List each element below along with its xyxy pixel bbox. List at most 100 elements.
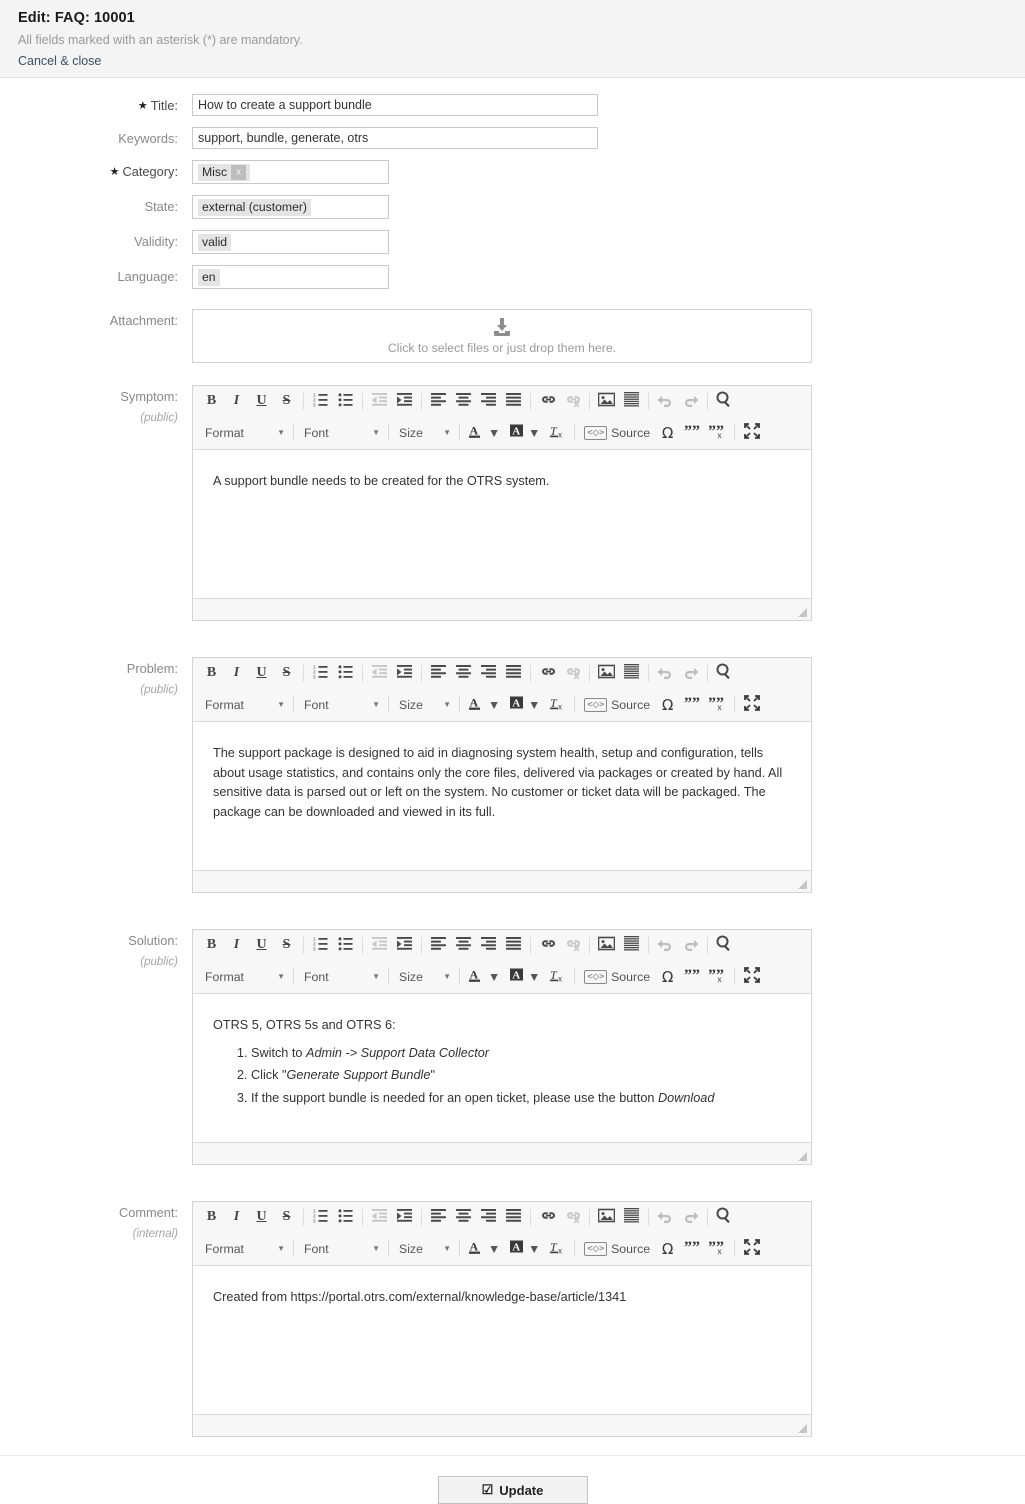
- italic-button[interactable]: I: [224, 390, 249, 413]
- category-select[interactable]: Misc x: [192, 160, 389, 184]
- symptom-editor-body[interactable]: A support bundle needs to be created for…: [193, 450, 811, 598]
- language-select[interactable]: en: [192, 265, 389, 289]
- italic-button[interactable]: I: [224, 1206, 249, 1229]
- image-button[interactable]: [594, 390, 619, 413]
- align-left-button[interactable]: [426, 1206, 451, 1229]
- numbered-list-button[interactable]: 123: [308, 662, 333, 685]
- align-left-button[interactable]: [426, 390, 451, 413]
- bulleted-list-button[interactable]: [333, 662, 358, 685]
- align-left-button[interactable]: [426, 662, 451, 685]
- text-color-button[interactable]: A ▼: [464, 421, 505, 444]
- special-character-button[interactable]: Ω: [655, 421, 680, 444]
- source-button[interactable]: <◇> Source: [579, 1237, 655, 1260]
- strikethrough-button[interactable]: S: [274, 934, 299, 957]
- size-dropdown[interactable]: Size ▼: [393, 421, 455, 444]
- font-dropdown[interactable]: Font ▼: [298, 421, 384, 444]
- find-button[interactable]: [712, 662, 737, 685]
- strikethrough-button[interactable]: S: [274, 1206, 299, 1229]
- link-button[interactable]: [535, 662, 560, 685]
- align-left-button[interactable]: [426, 934, 451, 957]
- remove-format-button[interactable]: Tx: [545, 1237, 570, 1260]
- text-color-button[interactable]: A ▼: [464, 1237, 505, 1260]
- redo-button[interactable]: [678, 662, 703, 685]
- format-dropdown[interactable]: Format ▼: [199, 965, 289, 988]
- remove-quote-button[interactable]: ”” x: [705, 1237, 730, 1260]
- find-button[interactable]: [712, 934, 737, 957]
- insert-quote-button[interactable]: ””: [680, 693, 705, 716]
- background-color-button[interactable]: A ▼: [505, 693, 545, 716]
- image-button[interactable]: [594, 934, 619, 957]
- text-color-button[interactable]: A ▼: [464, 965, 505, 988]
- attachment-dropzone[interactable]: Click to select files or just drop them …: [192, 309, 812, 363]
- image-button[interactable]: [594, 1206, 619, 1229]
- remove-format-button[interactable]: Tx: [545, 693, 570, 716]
- format-dropdown[interactable]: Format ▼: [199, 421, 289, 444]
- insert-quote-button[interactable]: ””: [680, 965, 705, 988]
- background-color-button[interactable]: A ▼: [505, 1237, 545, 1260]
- align-center-button[interactable]: [451, 390, 476, 413]
- link-button[interactable]: [535, 390, 560, 413]
- align-center-button[interactable]: [451, 1206, 476, 1229]
- image-button[interactable]: [594, 662, 619, 685]
- solution-editor[interactable]: BIUS123 Format ▼ Font ▼ Size ▼ A ▼ A ▼ Tx <◇> Source…: [192, 929, 812, 1165]
- strikethrough-button[interactable]: S: [274, 662, 299, 685]
- update-button[interactable]: ☑ Update: [437, 1476, 588, 1504]
- horizontal-rule-button[interactable]: [619, 934, 644, 957]
- bold-button[interactable]: B: [199, 390, 224, 413]
- underline-button[interactable]: U: [249, 390, 274, 413]
- font-dropdown[interactable]: Font ▼: [298, 965, 384, 988]
- underline-button[interactable]: U: [249, 662, 274, 685]
- indent-button[interactable]: [392, 934, 417, 957]
- keywords-input[interactable]: [192, 127, 598, 149]
- redo-button[interactable]: [678, 934, 703, 957]
- align-center-button[interactable]: [451, 662, 476, 685]
- format-dropdown[interactable]: Format ▼: [199, 1237, 289, 1260]
- horizontal-rule-button[interactable]: [619, 1206, 644, 1229]
- outdent-button[interactable]: [367, 390, 392, 413]
- solution-editor-body[interactable]: OTRS 5, OTRS 5s and OTRS 6: Switch to Ad…: [193, 994, 811, 1142]
- comment-editor[interactable]: BIUS123 Format ▼ Font ▼ Size ▼ A ▼ A ▼ Tx <◇> Source…: [192, 1201, 812, 1437]
- horizontal-rule-button[interactable]: [619, 390, 644, 413]
- resize-handle-icon[interactable]: [798, 880, 807, 889]
- resize-handle-icon[interactable]: [798, 1424, 807, 1433]
- align-right-button[interactable]: [476, 662, 501, 685]
- bulleted-list-button[interactable]: [333, 390, 358, 413]
- special-character-button[interactable]: Ω: [655, 1237, 680, 1260]
- insert-quote-button[interactable]: ””: [680, 421, 705, 444]
- font-dropdown[interactable]: Font ▼: [298, 1237, 384, 1260]
- horizontal-rule-button[interactable]: [619, 662, 644, 685]
- state-select[interactable]: external (customer): [192, 195, 389, 219]
- background-color-button[interactable]: A ▼: [505, 421, 545, 444]
- undo-button[interactable]: [653, 390, 678, 413]
- validity-select[interactable]: valid: [192, 230, 389, 254]
- align-justify-button[interactable]: [501, 662, 526, 685]
- numbered-list-button[interactable]: 123: [308, 934, 333, 957]
- indent-button[interactable]: [392, 390, 417, 413]
- font-dropdown[interactable]: Font ▼: [298, 693, 384, 716]
- bold-button[interactable]: B: [199, 1206, 224, 1229]
- strikethrough-button[interactable]: S: [274, 390, 299, 413]
- special-character-button[interactable]: Ω: [655, 965, 680, 988]
- remove-format-button[interactable]: Tx: [545, 965, 570, 988]
- find-button[interactable]: [712, 1206, 737, 1229]
- outdent-button[interactable]: [367, 934, 392, 957]
- bold-button[interactable]: B: [199, 662, 224, 685]
- maximize-button[interactable]: [739, 965, 764, 988]
- title-input[interactable]: [192, 94, 598, 116]
- italic-button[interactable]: I: [224, 934, 249, 957]
- underline-button[interactable]: U: [249, 1206, 274, 1229]
- problem-editor[interactable]: BIUS123 Format ▼ Font ▼ Size ▼ A ▼ A ▼ Tx <◇> Source…: [192, 657, 812, 893]
- undo-button[interactable]: [653, 1206, 678, 1229]
- link-button[interactable]: [535, 934, 560, 957]
- special-character-button[interactable]: Ω: [655, 693, 680, 716]
- remove-quote-button[interactable]: ”” x: [705, 693, 730, 716]
- source-button[interactable]: <◇> Source: [579, 693, 655, 716]
- source-button[interactable]: <◇> Source: [579, 965, 655, 988]
- align-center-button[interactable]: [451, 934, 476, 957]
- format-dropdown[interactable]: Format ▼: [199, 693, 289, 716]
- maximize-button[interactable]: [739, 421, 764, 444]
- problem-editor-body[interactable]: The support package is designed to aid i…: [193, 722, 811, 870]
- align-right-button[interactable]: [476, 1206, 501, 1229]
- unlink-button[interactable]: [560, 1206, 585, 1229]
- align-right-button[interactable]: [476, 390, 501, 413]
